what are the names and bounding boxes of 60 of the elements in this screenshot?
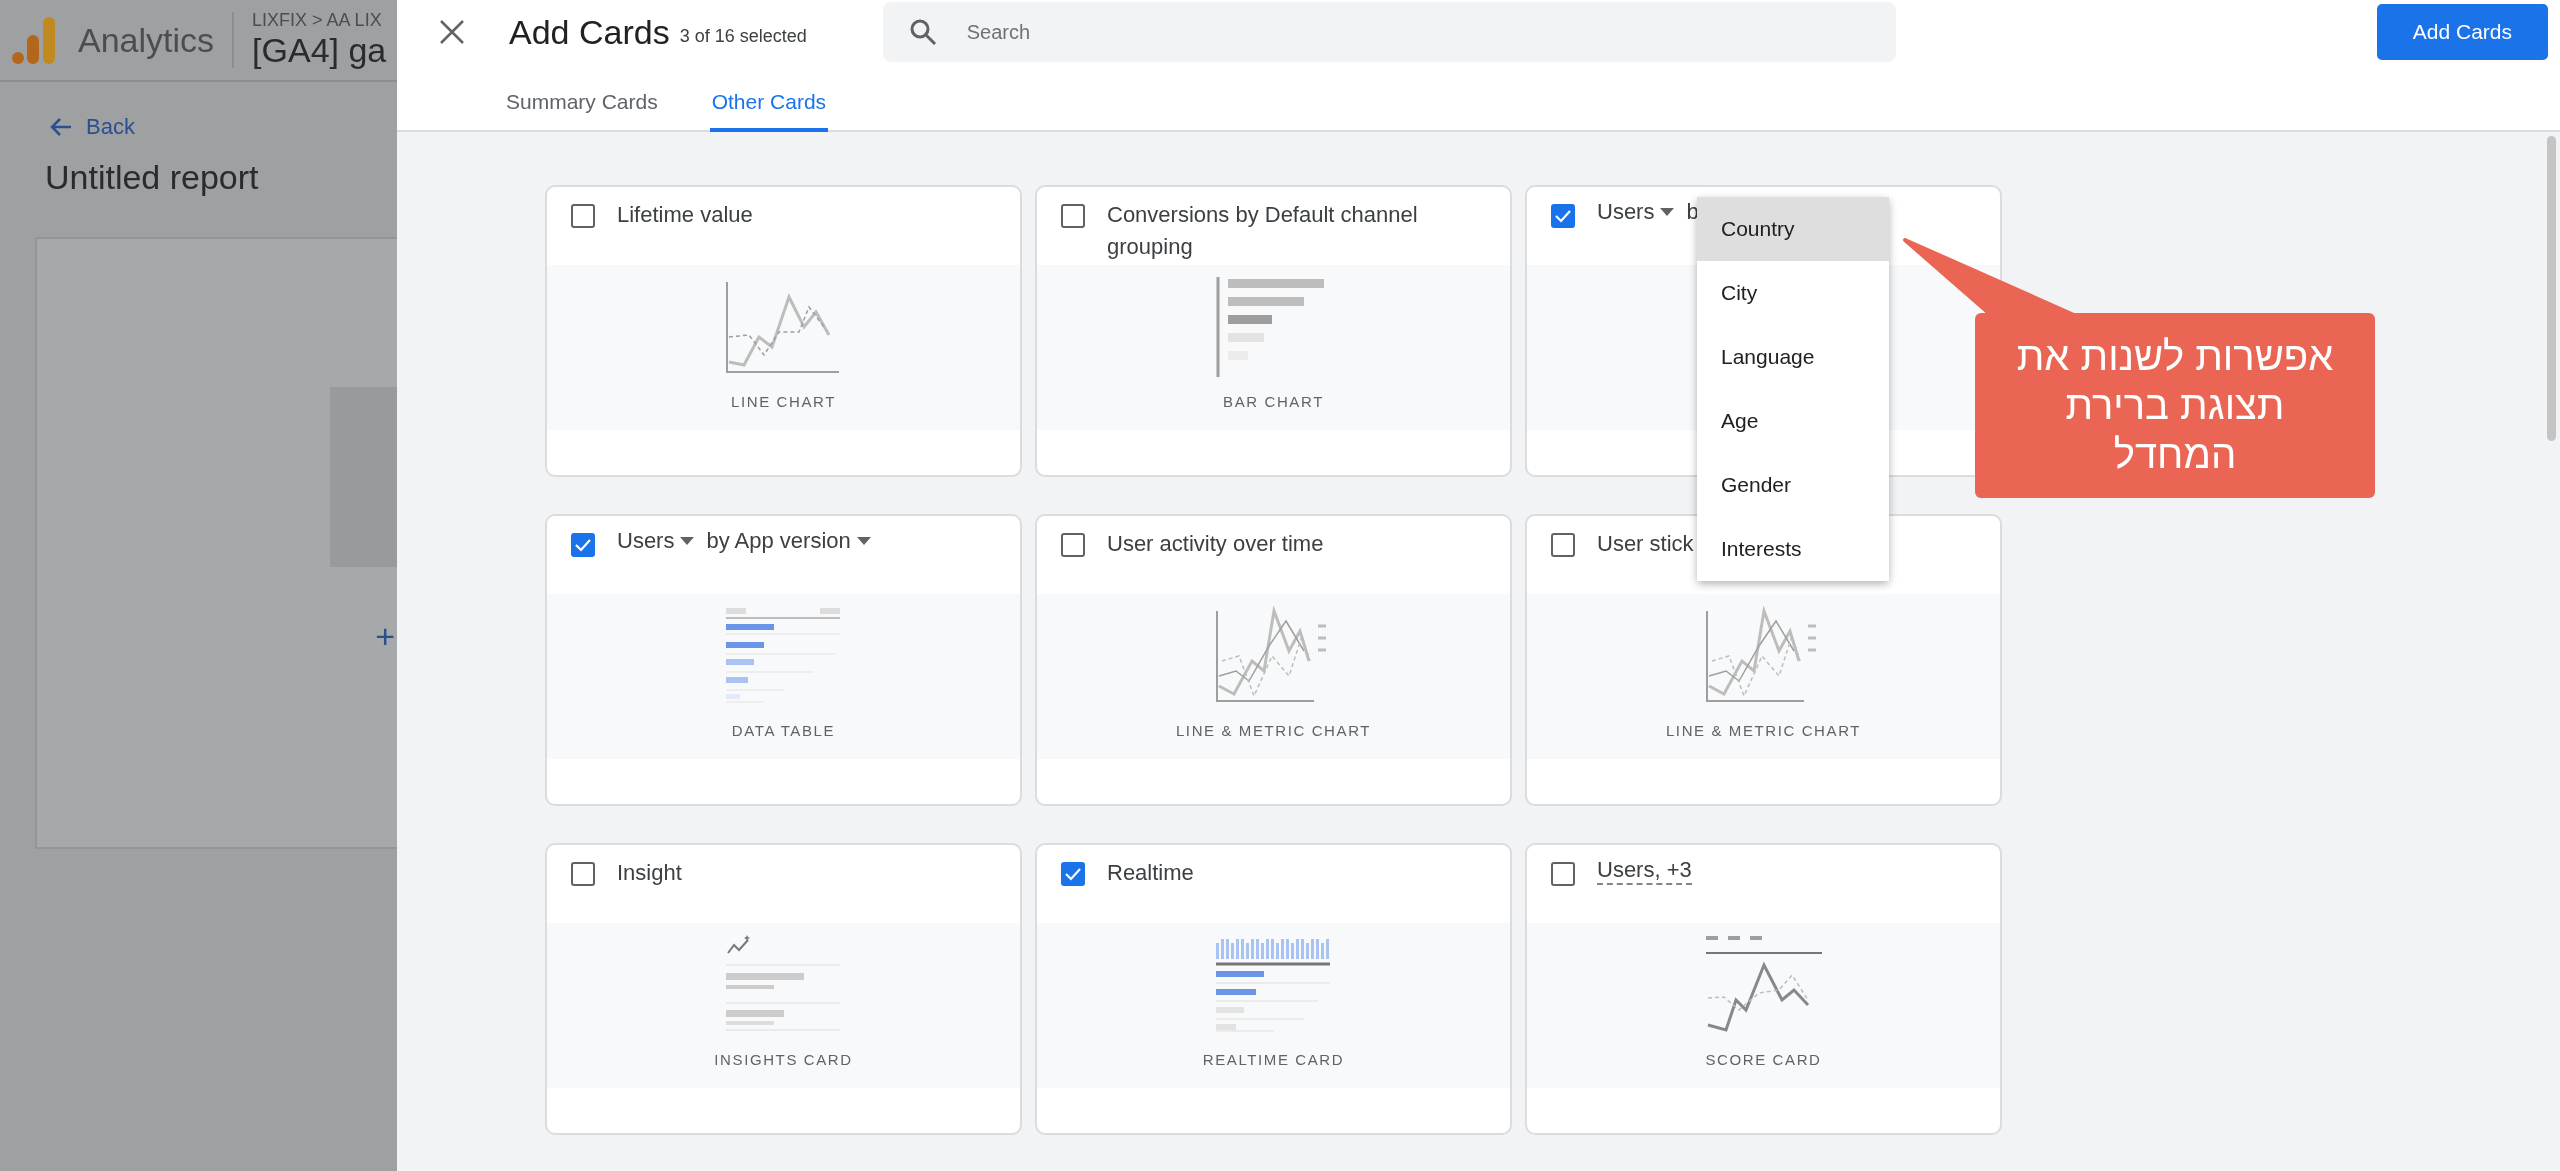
preview-label: LINE & METRIC CHART — [1665, 722, 1862, 739]
checkbox[interactable] — [571, 862, 595, 886]
checkbox[interactable] — [1061, 533, 1085, 557]
card[interactable]: Conversions by Default channel grouping BAR CHART — [1035, 185, 1512, 477]
selection-count: 3 of 16 selected — [679, 25, 807, 47]
preview-label: SCORE CARD — [1705, 1051, 1822, 1068]
checkbox[interactable] — [1061, 204, 1085, 228]
checkbox[interactable] — [571, 204, 595, 228]
callout-text: אפשרות לשנות את תצוגת ברירת המחדל — [2016, 333, 2334, 478]
search-icon — [908, 18, 937, 46]
menu-item[interactable]: City — [1697, 261, 1889, 325]
card-title: User stick — [1597, 530, 1694, 558]
card-title: Conversions by Default channel grouping — [1107, 201, 1419, 261]
card-title[interactable]: Users, +3 — [1597, 857, 1692, 885]
card-title: Insight — [617, 859, 682, 887]
checkbox[interactable] — [1551, 862, 1575, 886]
checkbox[interactable] — [1551, 204, 1575, 228]
preview-label: DATA TABLE — [731, 722, 836, 739]
preview-label: LINE CHART — [731, 393, 836, 410]
dialog-title: Add Cards — [509, 12, 670, 52]
menu-item[interactable]: Language — [1697, 325, 1889, 389]
check-icon — [1555, 209, 1571, 223]
menu-item[interactable]: Gender — [1697, 453, 1889, 517]
preview-label: BAR CHART — [1223, 393, 1324, 410]
checkbox[interactable] — [1551, 533, 1575, 557]
card[interactable]: Users by App version DATA TABLE — [545, 514, 1022, 806]
metric-selector[interactable]: Users — [1597, 199, 1675, 225]
report-title: Untitled report — [45, 158, 260, 197]
check-icon — [1065, 867, 1081, 881]
check-icon — [575, 538, 591, 552]
dimension-selector[interactable]: by App version — [706, 528, 871, 554]
card[interactable]: User activity over time LINE & METRIC CHART — [1035, 514, 1512, 806]
card[interactable]: Users, +3 SCORE CARD — [1525, 843, 2002, 1135]
app-name: Analytics — [78, 20, 215, 60]
card-title: User activity over time — [1107, 530, 1324, 558]
scrollbar[interactable] — [2547, 136, 2556, 441]
chart-bar — [1227, 315, 1272, 324]
card-title: Realtime — [1107, 859, 1194, 887]
card[interactable]: Realtime REALTIME CARD — [1035, 843, 1512, 1135]
property-name[interactable]: [GA4] ga — [252, 31, 387, 70]
preview-label: LINE & METRIC CHART — [1175, 722, 1372, 739]
tab[interactable]: Other Cards — [709, 80, 829, 132]
search-field[interactable]: Search — [882, 2, 1896, 62]
preview-label: INSIGHTS CARD — [714, 1051, 853, 1068]
card[interactable]: Lifetime value LINE CHART — [545, 185, 1022, 477]
caret-icon — [680, 537, 695, 545]
caret-icon — [856, 537, 871, 545]
back-arrow-icon — [50, 117, 72, 137]
tab[interactable]: Summary Cards — [504, 80, 660, 132]
menu-item[interactable]: Age — [1697, 389, 1889, 453]
add-cards-button[interactable]: Add Cards — [2376, 4, 2548, 60]
metric-selector[interactable]: Users — [617, 528, 695, 554]
checkbox[interactable] — [571, 533, 595, 557]
menu-item[interactable]: Interests — [1697, 517, 1889, 581]
card[interactable]: Insight INSIGHTS CARD — [545, 843, 1022, 1135]
caret-icon — [1660, 208, 1675, 216]
card-title: Lifetime value — [617, 201, 753, 229]
menu-item[interactable]: Country — [1697, 197, 1889, 261]
checkbox[interactable] — [1061, 862, 1085, 886]
preview-label: REALTIME CARD — [1202, 1051, 1345, 1068]
